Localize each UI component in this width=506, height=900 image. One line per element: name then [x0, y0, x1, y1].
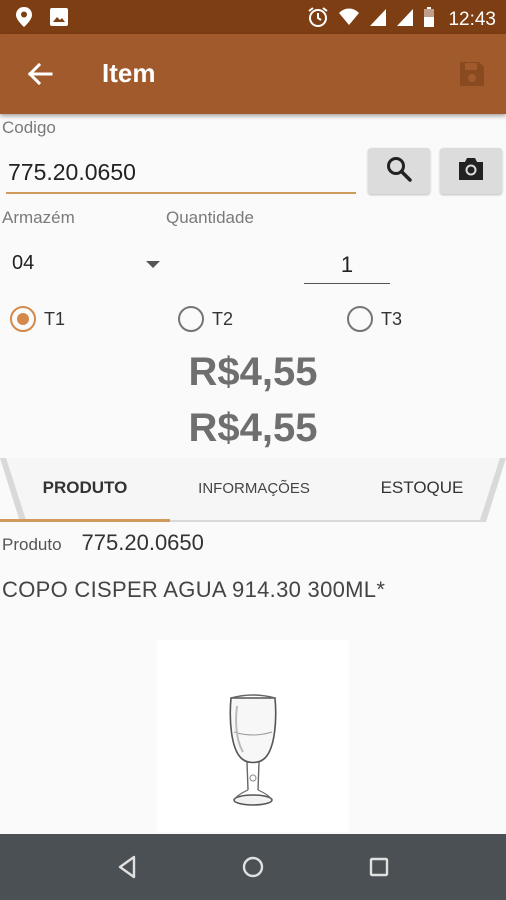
arrow-back-icon[interactable]: [24, 58, 56, 90]
nav-back-icon[interactable]: [112, 852, 142, 882]
nav-recents-icon[interactable]: [364, 852, 394, 882]
signal-icon: [369, 7, 387, 32]
system-nav-bar: [0, 834, 506, 900]
camera-button[interactable]: [440, 148, 502, 194]
tab-informacoes[interactable]: INFORMAÇÕES: [170, 480, 338, 497]
tab-produto[interactable]: PRODUTO: [0, 478, 170, 498]
quantidade-input[interactable]: [304, 246, 390, 284]
dropdown-caret-icon: [146, 261, 160, 268]
codigo-input[interactable]: [6, 152, 356, 194]
produto-code: 775.20.0650: [81, 530, 204, 555]
quantidade-label: Quantidade: [166, 208, 254, 227]
radio-t2-circle: [178, 306, 204, 332]
radio-t1[interactable]: T1: [10, 306, 65, 332]
armazem-label: Armazém: [2, 208, 75, 227]
wifi-icon: [338, 7, 360, 32]
search-icon: [385, 155, 413, 188]
armazem-value: 04: [12, 252, 35, 274]
codigo-label: Codigo: [2, 118, 56, 137]
save-icon[interactable]: [456, 58, 488, 90]
price-primary: R$4,55: [188, 350, 318, 394]
produto-row: Produto 775.20.0650: [2, 530, 204, 556]
radio-t3[interactable]: T3: [347, 306, 402, 332]
status-bar: 12:43: [0, 0, 506, 34]
radio-t1-circle: [10, 306, 36, 332]
battery-icon: [423, 6, 435, 33]
wine-glass-image: [229, 694, 277, 806]
tab-estoque[interactable]: ESTOQUE: [338, 478, 506, 498]
camera-icon: [456, 155, 486, 188]
search-button[interactable]: [368, 148, 430, 194]
nav-home-icon[interactable]: [238, 852, 268, 882]
radio-t1-label: T1: [44, 308, 66, 329]
radio-t2-label: T2: [212, 308, 234, 329]
app-bar: Item: [0, 34, 506, 114]
product-description: COPO CISPER AGUA 914.30 300ML*: [2, 577, 386, 602]
image-icon: [48, 6, 70, 33]
location-icon: [14, 6, 34, 33]
radio-t3-label: T3: [381, 308, 403, 329]
signal-icon-2: [396, 7, 414, 32]
tab-indicator: [0, 519, 170, 522]
produto-label: Produto: [2, 535, 62, 554]
tab-bar: PRODUTO INFORMAÇÕES ESTOQUE: [0, 456, 506, 524]
page-title: Item: [102, 58, 156, 88]
alarm-icon: [307, 6, 329, 33]
radio-t2[interactable]: T2: [178, 306, 233, 332]
product-image: [157, 640, 349, 832]
radio-t3-circle: [347, 306, 373, 332]
price-secondary: R$4,55: [188, 406, 318, 450]
status-time: 12:43: [448, 8, 496, 30]
